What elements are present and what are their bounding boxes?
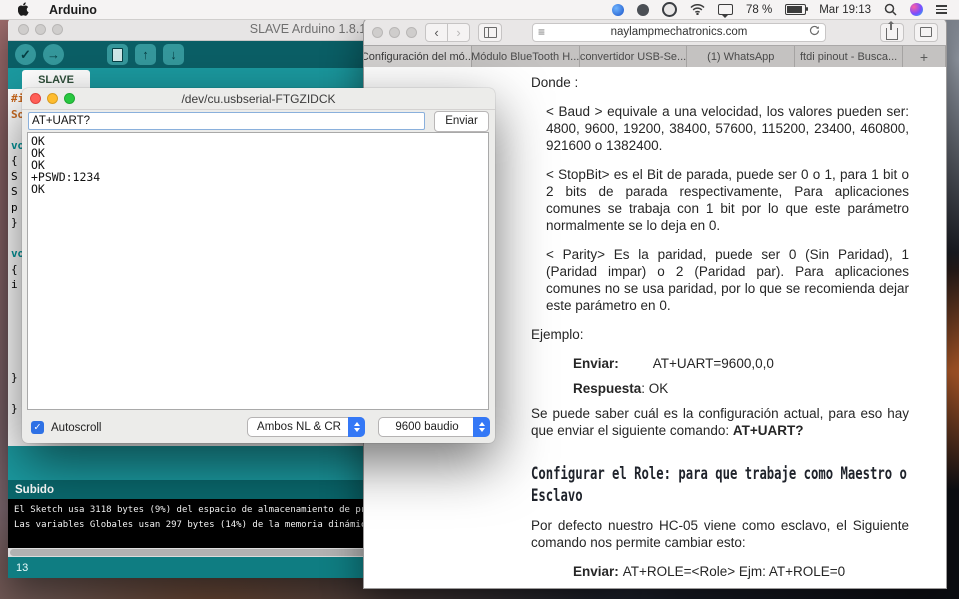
new-sketch-button[interactable] xyxy=(107,44,128,65)
bullet-stopbit: < StopBit> es el Bit de parada, puede se… xyxy=(546,167,909,233)
url-text: naylampmechatronics.com xyxy=(610,26,748,38)
battery-icon[interactable] xyxy=(785,4,809,15)
verify-button[interactable]: ✓ xyxy=(15,44,36,65)
safari-tabbar: Configuración del mó... Módulo BlueTooth… xyxy=(364,45,946,68)
tab-convertidor-usb[interactable]: convertidor USB-Se... xyxy=(579,46,688,67)
menu-extra-app-icon[interactable] xyxy=(612,3,624,16)
serial-window-title: /dev/cu.usbserial-FTGZIDCK xyxy=(181,91,336,106)
paragraph-configuracion-actual: Se puede saber cuál es la configuración … xyxy=(531,406,909,438)
battery-percent-label: 78 % xyxy=(746,3,773,16)
serial-monitor-window[interactable]: /dev/cu.usbserial-FTGZIDCK Enviar OKOKOK… xyxy=(22,88,495,443)
article-text: Donde : < Baud > equivale a una velocida… xyxy=(531,74,909,588)
siri-icon[interactable] xyxy=(910,3,923,16)
sidebar-button[interactable] xyxy=(478,22,502,42)
stepper-icon xyxy=(348,417,365,437)
tab-overview-button[interactable] xyxy=(914,22,938,42)
autoscroll-label: Autoscroll xyxy=(51,421,102,434)
save-button[interactable]: ↓ xyxy=(163,44,184,65)
new-tab-button[interactable]: + xyxy=(902,46,946,67)
line-ending-select[interactable]: Ambos NL & CR xyxy=(247,417,365,437)
back-button[interactable]: ‹ xyxy=(425,22,448,42)
serial-command-input[interactable] xyxy=(28,112,425,130)
stepper-icon xyxy=(473,417,490,437)
reload-icon[interactable] xyxy=(809,25,820,39)
airplay-display-icon[interactable] xyxy=(718,4,733,18)
share-icon xyxy=(886,20,898,40)
creative-cloud-icon[interactable] xyxy=(662,2,677,17)
paragraph-ejemplo: Ejemplo: xyxy=(531,327,584,342)
close-icon[interactable] xyxy=(372,26,383,38)
paragraph-role-default: Por defecto nuestro HC-05 viene como esc… xyxy=(531,518,909,550)
share-button[interactable] xyxy=(880,20,904,42)
tab-ftdi-pinout[interactable]: ftdi pinout - Busca... xyxy=(795,46,903,67)
serial-bottom-bar: ✓ Autoscroll Ambos NL & CR 9600 baudio xyxy=(22,412,495,443)
reader-icon[interactable]: ≡ xyxy=(538,25,545,39)
clock-label[interactable]: Mar 19:13 xyxy=(819,4,871,16)
example-enviar-uart: Enviar: AT+UART=9600,0,0 xyxy=(573,356,774,371)
example-respuesta-uart: Respuesta: OK xyxy=(573,381,669,396)
apple-icon xyxy=(18,2,29,16)
serial-titlebar[interactable]: /dev/cu.usbserial-FTGZIDCK xyxy=(22,88,495,110)
paragraph-donde: Donde : xyxy=(531,75,579,90)
document-icon xyxy=(112,47,123,62)
notification-center-icon[interactable] xyxy=(936,5,947,14)
send-button[interactable]: Enviar xyxy=(434,110,489,132)
menu-bar: Arduino 78 % Mar 19:13 xyxy=(0,0,959,20)
autoscroll-checkbox[interactable]: ✓ xyxy=(31,421,44,434)
baud-rate-select[interactable]: 9600 baudio xyxy=(378,417,490,437)
bullet-baud: < Baud > equivale a una velocidad, los v… xyxy=(546,104,909,153)
apple-menu[interactable] xyxy=(18,2,31,17)
menu-extra-app-icon[interactable] xyxy=(637,3,649,16)
section-heading-role: Configurar el Role: para que trabaje com… xyxy=(531,464,907,506)
wifi-icon[interactable] xyxy=(690,4,705,15)
upload-button[interactable]: → xyxy=(43,44,64,65)
address-bar[interactable]: ≡ naylampmechatronics.com xyxy=(532,22,826,42)
tab-whatsapp[interactable]: (1) WhatsApp xyxy=(687,46,796,67)
spotlight-search-icon[interactable] xyxy=(884,3,897,16)
tab-modulo-bluetooth[interactable]: Módulo BlueTooth H... xyxy=(471,46,580,67)
bullet-parity: < Parity> Es la paridad, puede ser 0 (Si… xyxy=(546,247,909,313)
minimize-icon[interactable] xyxy=(389,26,400,38)
example-enviar-role: Enviar: AT+ROLE=<Role> Ejm: AT+ROLE=0 xyxy=(573,564,846,579)
sidebar-icon xyxy=(483,26,497,38)
safari-traffic-lights[interactable] xyxy=(372,26,417,38)
safari-toolbar: ‹ › ≡ naylampmechatronics.com xyxy=(364,19,946,45)
open-button[interactable]: ↑ xyxy=(135,44,156,65)
sketch-tab-slave[interactable]: SLAVE xyxy=(22,70,90,89)
active-app-menu[interactable]: Arduino xyxy=(49,3,97,17)
tabs-icon xyxy=(920,25,935,37)
tab-configuracion-modulo[interactable]: Configuración del mó... xyxy=(364,46,472,67)
serial-output-area[interactable]: OK OK OK +PSWD:1234 OK xyxy=(27,132,489,410)
forward-button[interactable]: › xyxy=(448,22,470,42)
zoom-icon[interactable] xyxy=(406,26,417,38)
